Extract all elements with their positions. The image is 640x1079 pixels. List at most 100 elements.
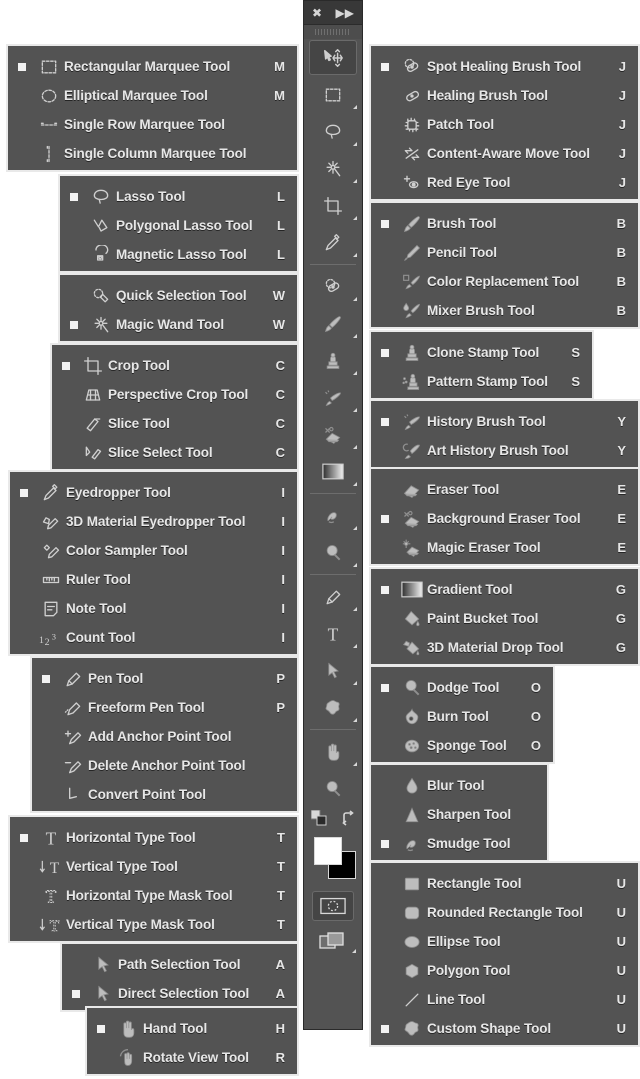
tool-item[interactable]: Healing Brush Tool J — [371, 81, 638, 110]
tool-item[interactable]: Freeform Pen Tool P — [32, 693, 297, 722]
tool-item[interactable]: Pen Tool P — [32, 664, 297, 693]
tool-item[interactable]: Lasso Tool L — [60, 182, 297, 211]
tool-item[interactable]: T Vertical Type Mask Tool T — [10, 910, 297, 939]
toolbar-magic-wand-tool[interactable] — [304, 150, 362, 187]
expand-collapse-icon[interactable]: ▶▶ — [336, 7, 354, 19]
toolbar-separator — [310, 493, 356, 494]
toolbar-blur-tool[interactable] — [304, 497, 362, 534]
toolbar-pen-tool[interactable] — [304, 578, 362, 615]
quick-mask-mode-button[interactable] — [312, 891, 354, 921]
tool-item[interactable]: Gradient Tool G — [371, 575, 638, 604]
toolbar-rectangular-marquee-tool[interactable] — [304, 76, 362, 113]
tool-shortcut-key: C — [275, 416, 285, 431]
tool-item[interactable]: Burn Tool O — [371, 702, 553, 731]
tool-item[interactable]: Pencil Tool B — [371, 238, 638, 267]
tool-item[interactable]: Spot Healing Brush Tool J — [371, 52, 638, 81]
tool-item[interactable]: T Vertical Type Tool T — [10, 852, 297, 881]
tool-item[interactable]: Custom Shape Tool U — [371, 1014, 638, 1043]
tool-item[interactable]: Mixer Brush Tool B — [371, 296, 638, 325]
tool-item[interactable]: Magnetic Lasso Tool L — [60, 240, 297, 269]
tool-item[interactable]: Rounded Rectangle Tool U — [371, 898, 638, 927]
tool-item[interactable]: Blur Tool — [371, 771, 547, 800]
tool-item[interactable]: Magic Eraser Tool E — [371, 533, 638, 562]
close-icon[interactable]: ✖ — [312, 7, 322, 19]
tool-item[interactable]: Color Replacement Tool B — [371, 267, 638, 296]
tool-item[interactable]: Hand Tool H — [87, 1014, 297, 1043]
toolbar-crop-tool[interactable] — [304, 187, 362, 224]
toolbar-gradient-tool[interactable] — [304, 453, 362, 490]
vertical-type-mask-icon: T — [36, 912, 66, 938]
toolbar-eyedropper-tool[interactable] — [304, 224, 362, 261]
tool-item[interactable]: Sharpen Tool — [371, 800, 547, 829]
tool-item[interactable]: Magic Wand Tool W — [60, 310, 297, 339]
tool-item[interactable]: Path Selection Tool A — [62, 950, 297, 979]
tool-item[interactable]: Slice Select Tool C — [52, 438, 297, 467]
toolbar-path-selection-tool[interactable] — [304, 652, 362, 689]
tool-item[interactable]: Direct Selection Tool A — [62, 979, 297, 1008]
tool-item[interactable]: Elliptical Marquee Tool M — [8, 81, 297, 110]
toolbar-move-tool[interactable] — [309, 40, 357, 75]
tool-item[interactable]: Crop Tool C — [52, 351, 297, 380]
tool-item[interactable]: T Horizontal Type Mask Tool T — [10, 881, 297, 910]
toolbar-horizontal-type-tool[interactable]: T — [304, 615, 362, 652]
toolbar-eraser-tool[interactable] — [304, 416, 362, 453]
tool-item[interactable]: Rectangular Marquee Tool M — [8, 52, 297, 81]
tool-item[interactable]: Brush Tool B — [371, 209, 638, 238]
tool-item[interactable]: 1 2 3 Count Tool I — [10, 623, 297, 652]
tool-item[interactable]: Single Row Marquee Tool — [8, 110, 297, 139]
foreground-color-swatch[interactable] — [314, 837, 342, 865]
drag-handle[interactable] — [304, 25, 362, 39]
toolbar-zoom-tool[interactable] — [304, 770, 362, 807]
tool-item[interactable]: Delete Anchor Point Tool — [32, 751, 297, 780]
tool-item[interactable]: Background Eraser Tool E — [371, 504, 638, 533]
screen-mode-button[interactable] — [304, 925, 362, 959]
tool-item[interactable]: Smudge Tool — [371, 829, 547, 858]
tool-item[interactable]: Pattern Stamp Tool S — [371, 367, 592, 396]
brush-tools-flyout: Brush Tool B Pencil Tool B Color Replacement… — [369, 201, 640, 329]
tool-item[interactable]: Rotate View Tool R — [87, 1043, 297, 1072]
toolbar-custom-shape-tool[interactable] — [304, 689, 362, 726]
toolbar-spot-healing-brush-tool[interactable] — [304, 268, 362, 305]
tool-item[interactable]: Eraser Tool E — [371, 475, 638, 504]
tool-item[interactable]: Single Column Marquee Tool — [8, 139, 297, 168]
tool-item[interactable]: Sponge Tool O — [371, 731, 553, 760]
tool-item[interactable]: Polygon Tool U — [371, 956, 638, 985]
tool-item[interactable]: Perspective Crop Tool C — [52, 380, 297, 409]
selected-indicator — [381, 1024, 389, 1033]
tool-item[interactable]: Art History Brush Tool Y — [371, 436, 638, 465]
toolbar-dodge-tool[interactable] — [304, 534, 362, 571]
tool-item[interactable]: Paint Bucket Tool G — [371, 604, 638, 633]
toolbar-history-brush-tool[interactable] — [304, 379, 362, 416]
tool-item[interactable]: History Brush Tool Y — [371, 407, 638, 436]
tool-item[interactable]: Ruler Tool I — [10, 565, 297, 594]
swap-colors-icon[interactable] — [340, 809, 356, 831]
tool-item[interactable]: Polygonal Lasso Tool L — [60, 211, 297, 240]
tool-item[interactable]: Dodge Tool O — [371, 673, 553, 702]
tool-item[interactable]: Add Anchor Point Tool — [32, 722, 297, 751]
tool-item[interactable]: Red Eye Tool J — [371, 168, 638, 197]
tool-item[interactable]: Rectangle Tool U — [371, 869, 638, 898]
tool-item[interactable]: Clone Stamp Tool S — [371, 338, 592, 367]
tool-item[interactable]: Patch Tool J — [371, 110, 638, 139]
tool-label: Lasso Tool — [116, 189, 186, 204]
tool-item[interactable]: 3D Material Eyedropper Tool I — [10, 507, 297, 536]
toolbar-clone-stamp-tool[interactable] — [304, 342, 362, 379]
toolbar-brush-tool[interactable] — [304, 305, 362, 342]
toolbar-hand-tool[interactable] — [304, 733, 362, 770]
tool-item[interactable]: Ellipse Tool U — [371, 927, 638, 956]
tool-item[interactable]: Line Tool U — [371, 985, 638, 1014]
tool-item[interactable]: 3D Material Drop Tool G — [371, 633, 638, 662]
tool-item[interactable]: Color Sampler Tool I — [10, 536, 297, 565]
tool-item[interactable]: T Horizontal Type Tool T — [10, 823, 297, 852]
rotate-view-icon — [113, 1045, 143, 1071]
tool-item[interactable]: Convert Point Tool — [32, 780, 297, 809]
selected-indicator — [381, 811, 389, 819]
tool-item[interactable]: Quick Selection Tool W — [60, 281, 297, 310]
tool-item[interactable]: Note Tool I — [10, 594, 297, 623]
toolbar-lasso-tool[interactable] — [304, 113, 362, 150]
default-colors-icon[interactable] — [310, 809, 327, 831]
tool-label: Sponge Tool — [427, 738, 507, 753]
tool-item[interactable]: Slice Tool C — [52, 409, 297, 438]
tool-item[interactable]: Eyedropper Tool I — [10, 478, 297, 507]
tool-item[interactable]: Content-Aware Move Tool J — [371, 139, 638, 168]
